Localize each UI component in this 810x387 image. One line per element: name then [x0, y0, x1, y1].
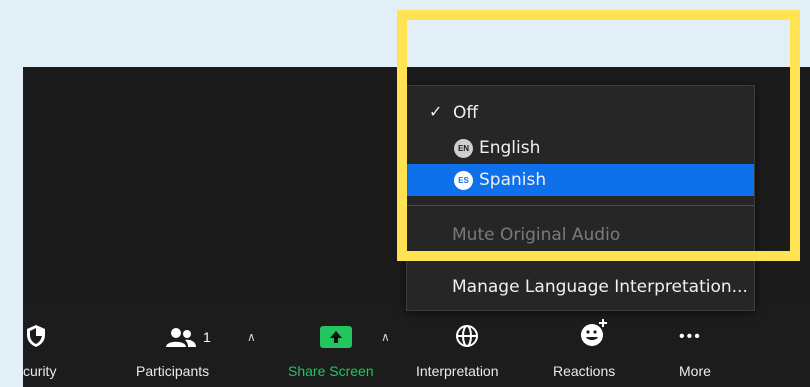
more-label: More — [679, 363, 711, 379]
more-dots-icon: ••• — [679, 328, 702, 345]
interpretation-menu: ✓ Off EN English ES Spanish Mute Origina… — [406, 85, 755, 311]
menu-divider — [407, 205, 754, 206]
mute-original-audio-label: Mute Original Audio — [452, 225, 621, 245]
mute-original-audio-item: Mute Original Audio — [407, 219, 754, 251]
manage-language-interpretation-label: Manage Language Interpretation... — [452, 277, 748, 297]
menu-divider — [407, 259, 754, 260]
spanish-badge-icon: ES — [454, 171, 473, 190]
security-button[interactable]: curity — [23, 306, 83, 387]
menu-item-spanish[interactable]: ES Spanish — [407, 164, 754, 196]
globe-icon — [456, 325, 478, 347]
menu-item-off[interactable]: ✓ Off — [407, 97, 754, 129]
participants-options-caret[interactable]: ∧ — [247, 330, 256, 344]
share-screen-label: Share Screen — [288, 363, 374, 379]
participants-icon — [166, 328, 196, 347]
reaction-smiley-icon — [581, 319, 607, 346]
menu-item-off-label: Off — [453, 103, 479, 123]
participants-button[interactable]: 1 Participants — [133, 306, 243, 387]
manage-language-interpretation-item[interactable]: Manage Language Interpretation... — [407, 271, 754, 303]
share-screen-icon — [320, 326, 352, 348]
share-screen-button[interactable]: Share Screen — [285, 306, 395, 387]
shield-icon — [27, 325, 45, 347]
interpretation-label: Interpretation — [416, 363, 499, 379]
meeting-toolbar: curity 1 Participants ∧ Share Screen ∧ I… — [23, 306, 810, 387]
menu-item-english[interactable]: EN English — [407, 132, 754, 164]
checkmark-icon: ✓ — [429, 102, 443, 121]
interpretation-button[interactable]: Interpretation — [413, 306, 528, 387]
participants-label: Participants — [136, 363, 210, 379]
english-badge-icon: EN — [454, 139, 473, 158]
security-label: curity — [23, 363, 57, 379]
share-options-caret[interactable]: ∧ — [381, 330, 390, 344]
participants-count: 1 — [203, 329, 211, 345]
reactions-button[interactable]: Reactions — [551, 306, 631, 387]
more-button[interactable]: ••• More — [671, 306, 731, 387]
menu-item-english-label: English — [479, 138, 541, 158]
reactions-label: Reactions — [553, 363, 616, 379]
menu-item-spanish-label: Spanish — [479, 170, 547, 190]
